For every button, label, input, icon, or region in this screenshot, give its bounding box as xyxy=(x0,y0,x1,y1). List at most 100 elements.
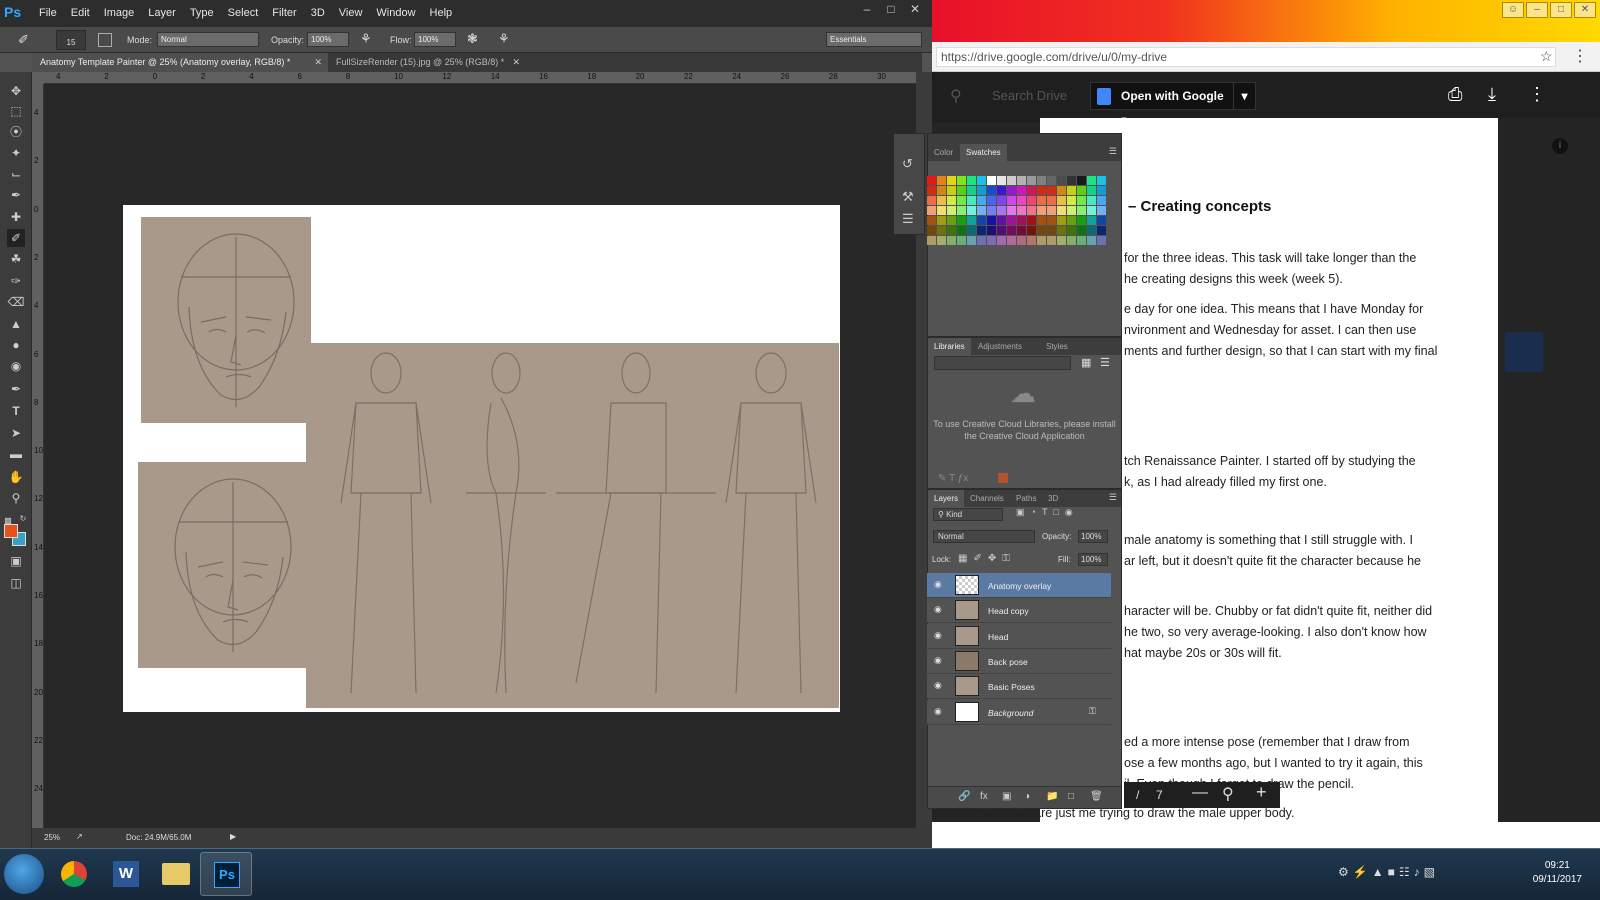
pressure-size-icon[interactable]: ⚘ xyxy=(498,31,510,47)
ps-maximize-button[interactable]: □ xyxy=(882,2,900,16)
color-swatch[interactable] xyxy=(927,186,936,195)
color-swatch[interactable] xyxy=(997,216,1006,225)
color-swatch[interactable] xyxy=(1067,196,1076,205)
tab-paths[interactable]: Paths xyxy=(1010,490,1042,507)
color-swatch[interactable] xyxy=(1057,176,1066,185)
color-swatch[interactable] xyxy=(997,196,1006,205)
color-swatch[interactable] xyxy=(937,236,946,245)
color-swatch[interactable] xyxy=(977,206,986,215)
photoshop-taskbar-button[interactable]: Ps xyxy=(200,852,252,896)
color-swatch[interactable] xyxy=(1037,226,1046,235)
color-swatch[interactable] xyxy=(967,216,976,225)
color-swatch[interactable] xyxy=(967,176,976,185)
tab-layers[interactable]: Layers xyxy=(928,490,965,507)
menu-type[interactable]: Type xyxy=(183,7,221,19)
color-swatch[interactable] xyxy=(1087,206,1096,215)
color-swatch[interactable] xyxy=(977,236,986,245)
color-swatch[interactable] xyxy=(1097,176,1106,185)
start-button[interactable] xyxy=(4,854,44,894)
color-swatch[interactable] xyxy=(987,216,996,225)
layer-row[interactable]: ◉ Head xyxy=(927,623,1111,649)
color-swatch[interactable] xyxy=(1097,226,1106,235)
paint-bucket-icon[interactable]: ▲ xyxy=(7,315,25,333)
color-swatch[interactable] xyxy=(957,186,966,195)
tab-styles[interactable]: Styles xyxy=(1040,338,1074,355)
color-swatch[interactable] xyxy=(927,206,936,215)
chrome-profile-button[interactable]: ☺ xyxy=(1502,2,1524,18)
color-swatch[interactable] xyxy=(1037,196,1046,205)
tab-color[interactable]: Color xyxy=(928,144,959,161)
color-swatch[interactable] xyxy=(1097,216,1106,225)
eyedropper-tool-icon[interactable]: ✒ xyxy=(7,186,25,204)
color-swatch[interactable] xyxy=(957,206,966,215)
menu-edit[interactable]: Edit xyxy=(64,7,97,19)
color-swatch[interactable] xyxy=(937,196,946,205)
color-swatch[interactable] xyxy=(1087,226,1096,235)
zoom-out-icon[interactable]: — xyxy=(1192,784,1208,802)
search-icon[interactable]: ⚲ xyxy=(950,86,962,106)
menu-filter[interactable]: Filter xyxy=(265,7,303,19)
visibility-eye-icon[interactable]: ◉ xyxy=(934,630,944,640)
stamp-tool-icon[interactable]: ☘ xyxy=(7,250,25,268)
delete-layer-icon[interactable]: 🗑 xyxy=(1090,791,1103,802)
color-swatch[interactable] xyxy=(937,186,946,195)
color-swatch[interactable] xyxy=(987,226,996,235)
link-layers-icon[interactable]: 🔗 xyxy=(958,791,970,802)
tray-icons[interactable]: ⚙⚡▲■☷♪▧ xyxy=(1338,865,1439,879)
brush-panel-icon[interactable] xyxy=(98,33,112,47)
color-swatch[interactable] xyxy=(1077,196,1086,205)
color-swatch[interactable] xyxy=(1037,186,1046,195)
more-options-icon[interactable]: ⋮ xyxy=(1528,84,1546,105)
color-swatch[interactable] xyxy=(1047,226,1056,235)
list-view-icon[interactable]: ☰ xyxy=(1100,356,1110,369)
explorer-taskbar-button[interactable] xyxy=(150,852,202,896)
color-swatch[interactable] xyxy=(1067,216,1076,225)
layer-name[interactable]: Head xyxy=(988,632,1008,642)
color-swatch[interactable] xyxy=(1067,236,1076,245)
tab-channels[interactable]: Channels xyxy=(964,490,1010,507)
history-brush-icon[interactable]: ✑ xyxy=(7,272,25,290)
color-swatch[interactable] xyxy=(967,206,976,215)
clock[interactable]: 09:21 09/11/2017 xyxy=(1533,859,1582,887)
layer-style-icon[interactable]: fx xyxy=(980,791,988,802)
drive-search-input[interactable]: Search Drive xyxy=(992,88,1067,103)
layer-thumbnail[interactable] xyxy=(955,575,979,595)
color-swatch[interactable] xyxy=(1007,196,1016,205)
color-swatch[interactable] xyxy=(1037,176,1046,185)
color-swatch[interactable] xyxy=(957,226,966,235)
status-menu-arrow-icon[interactable]: ▶ xyxy=(230,832,236,841)
color-swatch[interactable] xyxy=(1067,206,1076,215)
menu-image[interactable]: Image xyxy=(97,7,142,19)
color-swatch[interactable] xyxy=(977,196,986,205)
color-swatch[interactable] xyxy=(957,196,966,205)
color-swatch[interactable] xyxy=(1057,206,1066,215)
visibility-eye-icon[interactable]: ◉ xyxy=(934,680,944,690)
color-swatch[interactable] xyxy=(1067,226,1076,235)
color-swatch[interactable] xyxy=(1057,196,1066,205)
color-swatch[interactable] xyxy=(937,216,946,225)
new-layer-icon[interactable]: □ xyxy=(1068,791,1074,802)
layer-opacity-input[interactable]: 100% xyxy=(1078,530,1108,543)
layer-name[interactable]: Background xyxy=(988,708,1033,718)
default-colors-icon[interactable]: ▩ xyxy=(3,512,13,525)
color-swatch[interactable] xyxy=(977,216,986,225)
color-swatch[interactable] xyxy=(997,186,1006,195)
chrome-maximize-button[interactable]: □ xyxy=(1550,2,1572,18)
brush-presets-icon[interactable]: ⚒ xyxy=(902,189,914,205)
color-swatch[interactable] xyxy=(1047,196,1056,205)
tab-libraries[interactable]: Libraries xyxy=(928,338,971,355)
foreground-color-swatch[interactable] xyxy=(4,524,18,538)
color-swatch[interactable] xyxy=(987,196,996,205)
color-swatch[interactable] xyxy=(927,216,936,225)
blend-mode-select[interactable]: Normal xyxy=(933,530,1035,543)
layer-thumbnail[interactable] xyxy=(955,701,979,722)
color-swatch[interactable] xyxy=(977,186,986,195)
color-swatch[interactable] xyxy=(1027,206,1036,215)
tab-anatomy-template[interactable]: Anatomy Template Painter @ 25% (Anatomy … xyxy=(32,53,328,72)
color-swatch[interactable] xyxy=(937,176,946,185)
chrome-menu-icon[interactable]: ⋮ xyxy=(1572,46,1588,66)
color-swatch[interactable] xyxy=(967,196,976,205)
color-swatch[interactable] xyxy=(1087,186,1096,195)
lasso-tool-icon[interactable]: ⦿ xyxy=(7,123,25,141)
screen-mode-icon[interactable]: ◫ xyxy=(7,574,25,592)
